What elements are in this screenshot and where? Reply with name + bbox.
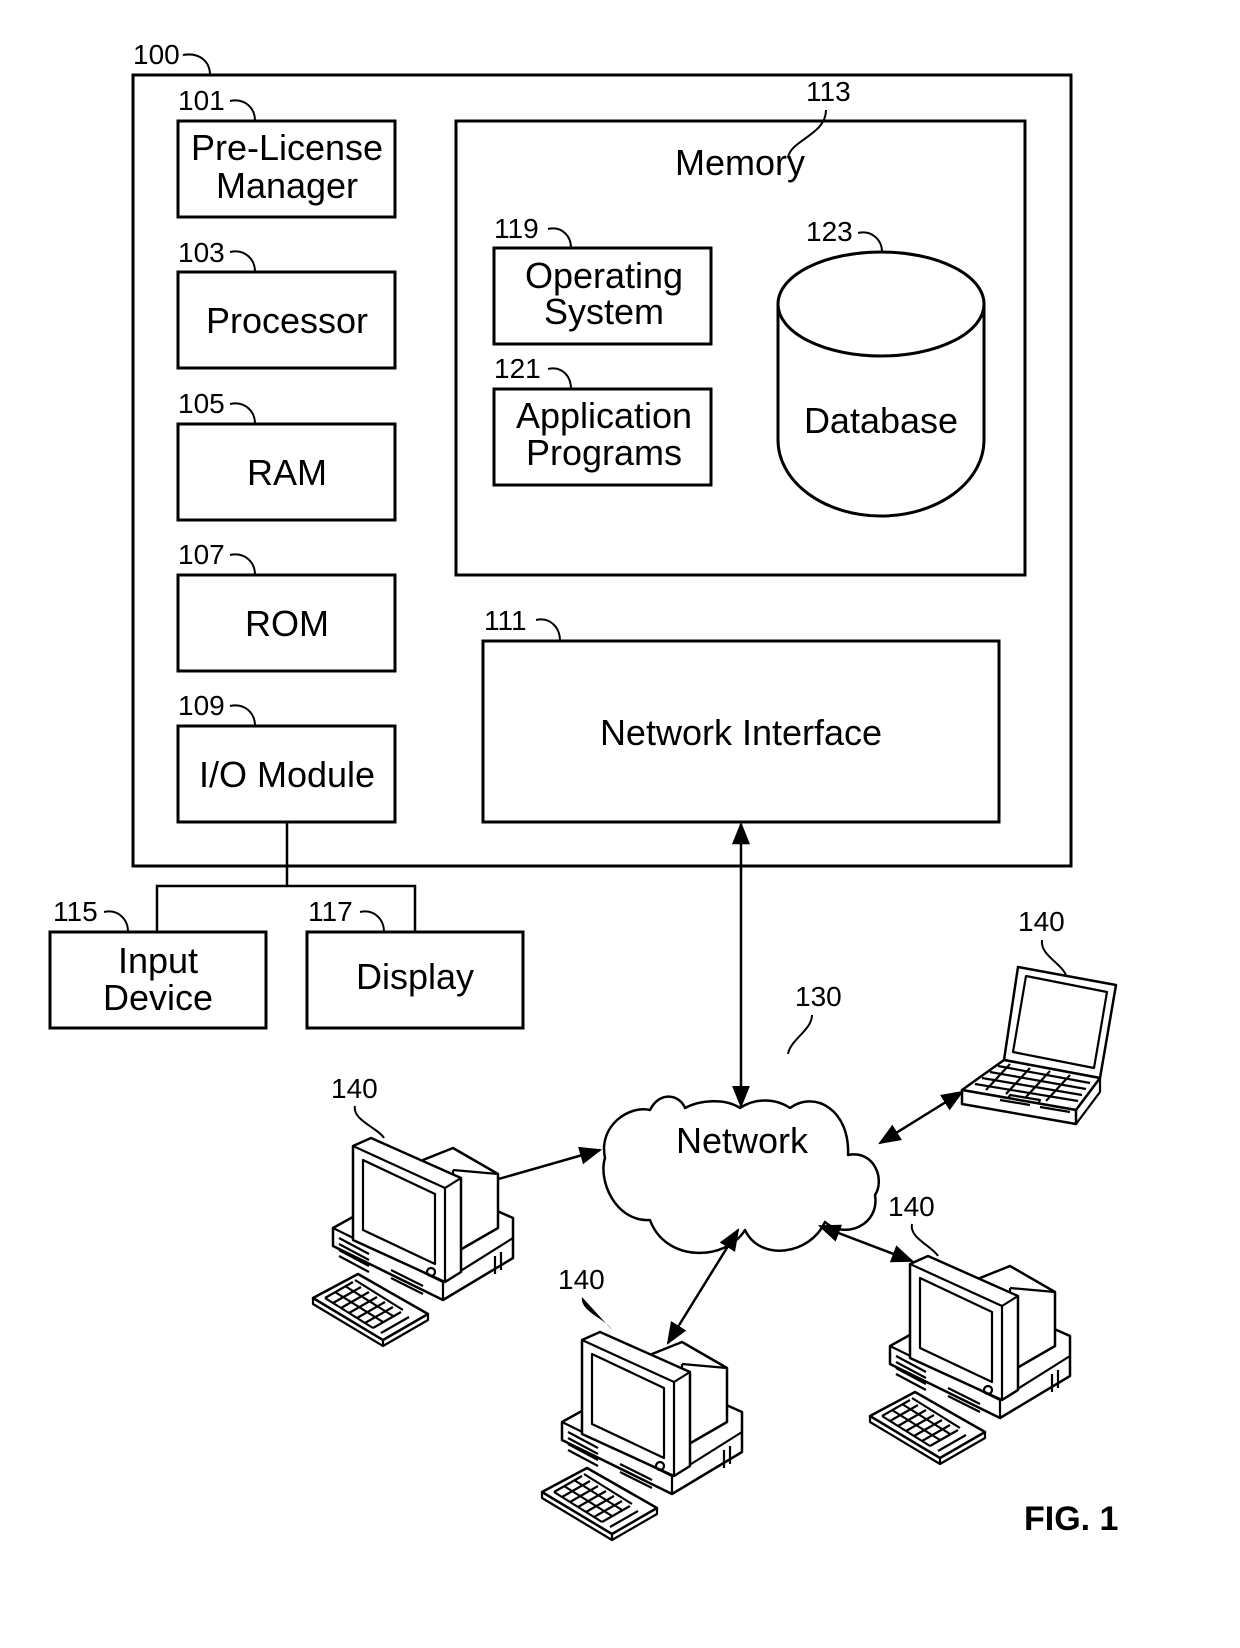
desktop-terminal-right: 140 xyxy=(868,1191,1072,1466)
desktop-computer-icon xyxy=(540,1330,744,1542)
svg-text:140: 140 xyxy=(1018,906,1065,937)
ref-100: 100 xyxy=(133,39,180,70)
network-terminal-arrow-laptop xyxy=(878,1090,964,1145)
svg-text:Processor: Processor xyxy=(206,300,368,341)
svg-text:Manager: Manager xyxy=(216,165,358,206)
svg-text:Operating: Operating xyxy=(525,255,683,296)
svg-text:RAM: RAM xyxy=(247,452,327,493)
svg-text:103: 103 xyxy=(178,237,225,268)
svg-text:ROM: ROM xyxy=(245,603,329,644)
svg-text:113: 113 xyxy=(806,76,851,107)
svg-text:101: 101 xyxy=(178,85,225,116)
svg-text:I/O Module: I/O Module xyxy=(199,754,375,795)
svg-text:Application: Application xyxy=(516,395,692,436)
svg-text:Network: Network xyxy=(676,1120,809,1161)
figure-label: FIG. 1 xyxy=(1024,1500,1118,1538)
svg-text:140: 140 xyxy=(558,1264,605,1295)
svg-text:111: 111 xyxy=(484,605,527,636)
desktop-computer-icon xyxy=(311,1136,515,1348)
svg-text:Memory: Memory xyxy=(675,142,805,183)
desktop-terminal-bottom: 140 xyxy=(540,1264,744,1542)
svg-text:109: 109 xyxy=(178,690,225,721)
svg-text:Database: Database xyxy=(804,400,958,441)
desktop-computer-icon xyxy=(868,1254,1072,1466)
svg-text:Network Interface: Network Interface xyxy=(600,712,882,753)
network-terminal-arrow-right xyxy=(817,1224,915,1263)
svg-text:115: 115 xyxy=(53,896,98,927)
svg-text:119: 119 xyxy=(494,213,539,244)
desktop-terminal-left: 140 xyxy=(311,1073,515,1348)
laptop-icon xyxy=(960,965,1118,1126)
svg-text:Pre-License: Pre-License xyxy=(191,127,383,168)
laptop-terminal: 140 xyxy=(960,906,1118,1126)
svg-text:System: System xyxy=(544,291,664,332)
svg-text:Display: Display xyxy=(356,956,474,997)
svg-text:Programs: Programs xyxy=(526,432,682,473)
svg-text:Input: Input xyxy=(118,940,198,981)
svg-text:140: 140 xyxy=(331,1073,378,1104)
svg-text:121: 121 xyxy=(494,353,541,384)
svg-text:123: 123 xyxy=(806,216,853,247)
svg-text:Device: Device xyxy=(103,977,213,1018)
svg-text:107: 107 xyxy=(178,539,225,570)
block-diagram: 100 101 Pre-License Manager 103 Processo… xyxy=(48,39,1118,1542)
svg-text:140: 140 xyxy=(888,1191,935,1222)
svg-text:105: 105 xyxy=(178,388,225,419)
svg-text:117: 117 xyxy=(308,896,353,927)
svg-text:130: 130 xyxy=(795,981,842,1012)
